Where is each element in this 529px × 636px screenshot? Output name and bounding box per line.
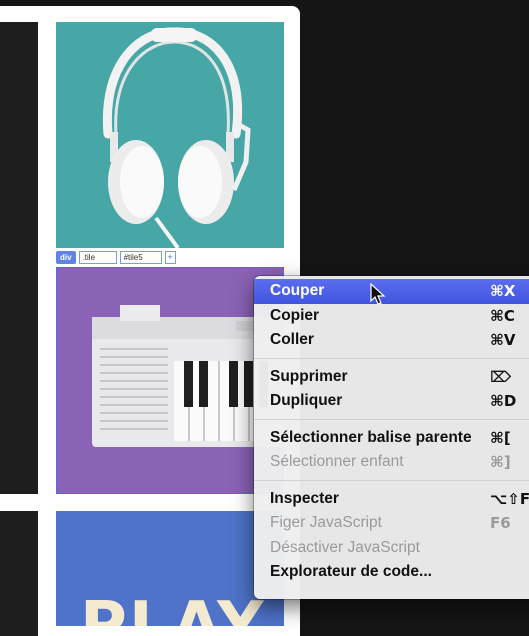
menu-item-shortcut: ⌦ xyxy=(490,367,512,386)
menu-item-label: Inspecter xyxy=(270,489,339,507)
menu-item-label: Désactiver JavaScript xyxy=(270,538,420,556)
menu-separator xyxy=(254,479,529,481)
menu-item-shortcut: ⌘[ xyxy=(490,428,511,447)
menu-item-label: Sélectionner balise parente xyxy=(270,428,472,446)
play-tile[interactable]: PLAY xyxy=(56,511,284,626)
element-inspector-bar: div .tile #tile5 + xyxy=(56,250,176,264)
menu-item-supprimer[interactable]: Supprimer ⌦ xyxy=(254,365,529,390)
menu-item-shortcut: ⌥⇧F12 xyxy=(490,489,529,508)
menu-separator xyxy=(254,418,529,420)
synth-tile[interactable] xyxy=(56,267,284,494)
dark-tile-left-top xyxy=(0,22,38,494)
context-menu: Couper ⌘X Copier ⌘C Coller ⌘V Supprimer ⌦ Dupliq… xyxy=(254,276,529,599)
class-field[interactable]: .tile xyxy=(78,250,117,264)
dark-tile-left-bottom xyxy=(0,511,38,636)
menu-item-figer-javascript: Figer JavaScript F6 xyxy=(254,511,529,536)
menu-item-label: Figer JavaScript xyxy=(270,514,382,532)
keyboard-synth-image xyxy=(92,305,284,447)
menu-item-shortcut: ⌘V xyxy=(490,331,516,350)
add-attribute-button[interactable]: + xyxy=(164,250,176,264)
menu-item-couper[interactable]: Couper ⌘X xyxy=(254,279,529,304)
menu-item-label: Sélectionner enfant xyxy=(270,453,404,471)
menu-separator xyxy=(254,357,529,359)
menu-item-shortcut: ⌘C xyxy=(490,306,515,325)
menu-item-copier[interactable]: Copier ⌘C xyxy=(254,304,529,329)
menu-item-dupliquer[interactable]: Dupliquer ⌘D xyxy=(254,389,529,414)
menu-item-shortcut: ⌘] xyxy=(490,453,511,472)
menu-item-coller[interactable]: Coller ⌘V xyxy=(254,328,529,353)
play-title: PLAY xyxy=(80,589,266,626)
id-field[interactable]: #tile5 xyxy=(119,250,162,264)
menu-item-inspecter[interactable]: Inspecter ⌥⇧F12 xyxy=(254,487,529,512)
menu-item-selectionner-balise-parente[interactable]: Sélectionner balise parente ⌘[ xyxy=(254,426,529,451)
menu-item-desactiver-javascript: Désactiver JavaScript xyxy=(254,536,529,561)
menu-item-label: Dupliquer xyxy=(270,392,343,410)
menu-item-label: Coller xyxy=(270,331,314,349)
menu-item-label: Explorateur de code... xyxy=(270,563,432,581)
menu-item-label: Copier xyxy=(270,306,320,324)
menu-item-label: Supprimer xyxy=(270,367,348,385)
headphones-image xyxy=(102,27,251,248)
element-tag-badge: div xyxy=(56,250,76,264)
menu-item-selectionner-enfant: Sélectionner enfant ⌘] xyxy=(254,450,529,475)
menu-item-label: Couper xyxy=(270,282,325,300)
menu-item-explorateur-de-code[interactable]: Explorateur de code... xyxy=(254,560,529,585)
menu-item-shortcut: ⌘X xyxy=(490,282,516,301)
headphones-tile[interactable] xyxy=(56,22,284,248)
menu-item-shortcut: ⌘D xyxy=(490,392,517,411)
menu-item-shortcut: F6 xyxy=(490,514,511,533)
arrow-cursor-icon xyxy=(370,283,386,305)
